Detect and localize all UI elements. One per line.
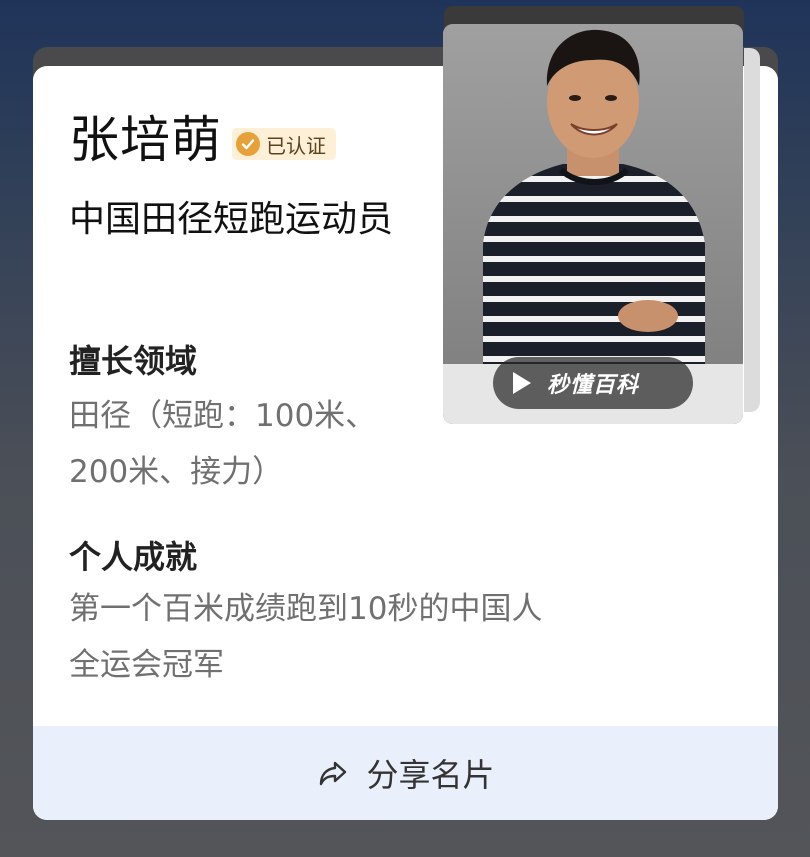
verified-label: 已认证 [266,133,326,158]
section-text-expertise: 田径（短跑：100米、200米、接力） [69,398,377,490]
section-heading-achievements: 个人成就 [69,538,198,576]
check-icon [236,132,260,156]
photo-stack-shadow [744,48,760,412]
play-icon [513,372,531,394]
person-name: 张培萌 [69,111,222,169]
share-icon [320,761,347,786]
achievement-line: 第一个百米成绩跑到10秒的中国人 [69,591,543,627]
section-heading-expertise: 擅长领域 [69,342,198,380]
achievement-line: 全运会冠军 [69,647,224,683]
person-title: 中国田径短跑运动员 [69,199,394,240]
name-row: 张培萌 已认证 [69,110,336,170]
person-photo[interactable]: 秒懂百科 [443,24,743,424]
video-play-button[interactable]: 秒懂百科 [493,357,693,409]
share-card-button[interactable]: 分享名片 [33,726,778,820]
share-label: 分享名片 [366,756,495,794]
video-brand-label: 秒懂百科 [547,373,640,398]
verified-badge: 已认证 [232,128,336,160]
